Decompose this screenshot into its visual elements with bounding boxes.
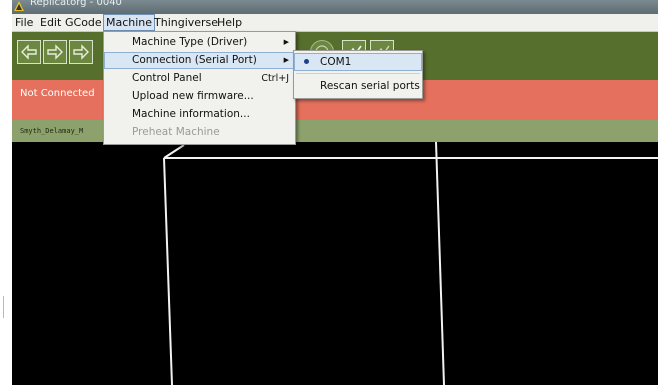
menu-item-machine-type[interactable]: Machine Type (Driver) ▶ xyxy=(104,34,295,51)
menu-item-machine-information[interactable]: Machine information... xyxy=(104,106,295,123)
menu-item-label: Preheat Machine xyxy=(132,126,220,138)
wireframe-edge xyxy=(163,144,185,159)
left-edge-mark xyxy=(0,296,4,318)
menu-item-label: Machine Type (Driver) xyxy=(132,36,248,48)
submenu-item-rescan-ports[interactable]: Rescan serial ports xyxy=(294,77,422,95)
menu-machine[interactable]: Machine xyxy=(103,14,156,31)
menu-edit[interactable]: Edit xyxy=(38,15,63,30)
menu-item-label: Control Panel xyxy=(132,72,202,84)
3d-preview-viewport[interactable] xyxy=(12,142,658,385)
build-button[interactable] xyxy=(69,40,93,64)
app-icon xyxy=(14,1,24,11)
wireframe-edge xyxy=(163,157,173,385)
menu-file[interactable]: File xyxy=(13,15,35,30)
menu-item-label: Machine information... xyxy=(132,108,250,120)
submenu-item-com1[interactable]: COM1 xyxy=(294,53,422,71)
menu-item-upload-firmware[interactable]: Upload new firmware... xyxy=(104,88,295,105)
menu-help[interactable]: Help xyxy=(215,15,244,30)
menu-thingiverse[interactable]: Thingiverse xyxy=(152,15,220,30)
machine-menu-dropdown: Machine Type (Driver) ▶ Connection (Seri… xyxy=(103,31,296,145)
serial-port-submenu: COM1 Rescan serial ports xyxy=(293,50,423,99)
menu-item-label: Connection (Serial Port) xyxy=(132,54,257,66)
build-from-file-button[interactable] xyxy=(17,40,41,64)
menu-separator xyxy=(296,73,420,74)
wireframe-edge xyxy=(435,142,445,385)
menu-item-control-panel[interactable]: Control Panel Ctrl+J xyxy=(104,70,295,87)
menu-gcode[interactable]: GCode xyxy=(63,15,104,30)
submenu-arrow-icon: ▶ xyxy=(283,56,289,64)
menu-item-connection[interactable]: Connection (Serial Port) ▶ xyxy=(104,52,295,69)
submenu-item-label: COM1 xyxy=(320,56,352,68)
title-bar: Replicatorg - 0040 xyxy=(12,0,658,14)
file-tab[interactable]: Smyth_Delamay_M xyxy=(20,127,83,135)
build-from-file-icon xyxy=(21,44,37,60)
submenu-arrow-icon: ▶ xyxy=(283,38,289,46)
menu-bar: File Edit GCode Machine Thingiverse Help xyxy=(12,14,658,32)
menu-item-preheat-machine: Preheat Machine xyxy=(104,124,295,141)
arrow-right-icon xyxy=(47,44,63,60)
screenshot-stage: Replicatorg - 0040 File Edit GCode Machi… xyxy=(0,0,661,385)
submenu-item-label: Rescan serial ports xyxy=(320,80,420,92)
connection-status-text: Not Connected xyxy=(20,88,95,99)
build-to-file-button[interactable] xyxy=(43,40,67,64)
replicatorg-window: Replicatorg - 0040 File Edit GCode Machi… xyxy=(12,0,658,385)
window-title: Replicatorg - 0040 xyxy=(30,0,122,8)
radio-selected-icon xyxy=(304,59,309,64)
arrow-right-icon xyxy=(73,44,89,60)
menu-item-label: Upload new firmware... xyxy=(132,90,254,102)
build-volume-wireframe xyxy=(163,142,658,385)
menu-item-shortcut: Ctrl+J xyxy=(261,73,289,84)
